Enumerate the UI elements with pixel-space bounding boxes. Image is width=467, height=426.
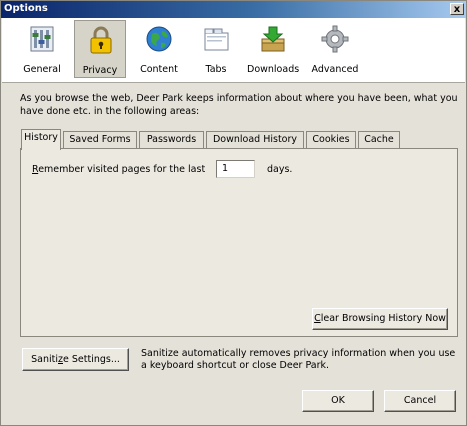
- clear-accesskey: C: [314, 313, 321, 324]
- tab-saved-forms[interactable]: Saved Forms: [63, 131, 137, 148]
- toolbar-privacy-label: Privacy: [82, 65, 118, 76]
- tab-download-history[interactable]: Download History: [206, 131, 304, 148]
- toolbar-tabs-button[interactable]: Tabs: [190, 20, 242, 78]
- toolbar-downloads-label: Downloads: [247, 64, 300, 75]
- toolbar-advanced-label: Advanced: [311, 64, 359, 75]
- remember-history-label: Remember visited pages for the last: [32, 164, 205, 175]
- sanitize-button-text-pre: Saniti: [31, 354, 58, 365]
- ok-button[interactable]: OK: [302, 390, 374, 412]
- toolbar-content-label: Content: [140, 64, 178, 75]
- days-label: days.: [267, 164, 293, 175]
- downloads-icon: [261, 26, 285, 52]
- gear-icon: [321, 25, 349, 53]
- sanitize-settings-button[interactable]: Sanitize Settings...: [22, 348, 129, 371]
- toolbar-content-button[interactable]: Content: [133, 20, 185, 78]
- lock-icon: [90, 26, 112, 54]
- clear-button-text: lear Browsing History Now: [320, 313, 446, 324]
- history-panel: Remember visited pages for the last 1 da…: [20, 148, 458, 337]
- tab-cookies[interactable]: Cookies: [306, 131, 356, 148]
- toolbar-general-button[interactable]: General: [16, 20, 68, 78]
- toolbar-tabs-label: Tabs: [205, 64, 227, 75]
- clear-browsing-history-button[interactable]: Clear Browsing History Now: [312, 308, 448, 330]
- options-dialog: Options x General Privacy Content Tabs D…: [0, 0, 467, 426]
- toolbar-advanced-button[interactable]: Advanced: [309, 20, 361, 78]
- tab-history[interactable]: History: [21, 129, 61, 150]
- sanitize-button-text-post: e Settings...: [63, 354, 120, 365]
- history-days-input[interactable]: 1: [216, 160, 255, 178]
- close-button[interactable]: x: [450, 3, 464, 15]
- tab-passwords[interactable]: Passwords: [139, 131, 204, 148]
- cancel-button[interactable]: Cancel: [384, 390, 456, 412]
- toolbar-privacy-button[interactable]: Privacy: [74, 20, 126, 78]
- remember-label-text: emember visited pages for the last: [38, 164, 206, 175]
- globe-icon: [146, 26, 172, 52]
- general-icon: [30, 26, 54, 52]
- window-title: Options: [4, 3, 48, 14]
- privacy-description: As you browse the web, Deer Park keeps i…: [20, 93, 458, 117]
- tab-cache[interactable]: Cache: [358, 131, 400, 148]
- tabs-icon: [204, 28, 229, 51]
- title-bar[interactable]: Options x: [1, 1, 466, 18]
- sanitize-description: Sanitize automatically removes privacy i…: [141, 348, 456, 371]
- toolbar-general-label: General: [23, 64, 61, 75]
- category-toolbar: General Privacy Content Tabs Downloads A…: [2, 18, 465, 83]
- toolbar-downloads-button[interactable]: Downloads: [247, 20, 299, 78]
